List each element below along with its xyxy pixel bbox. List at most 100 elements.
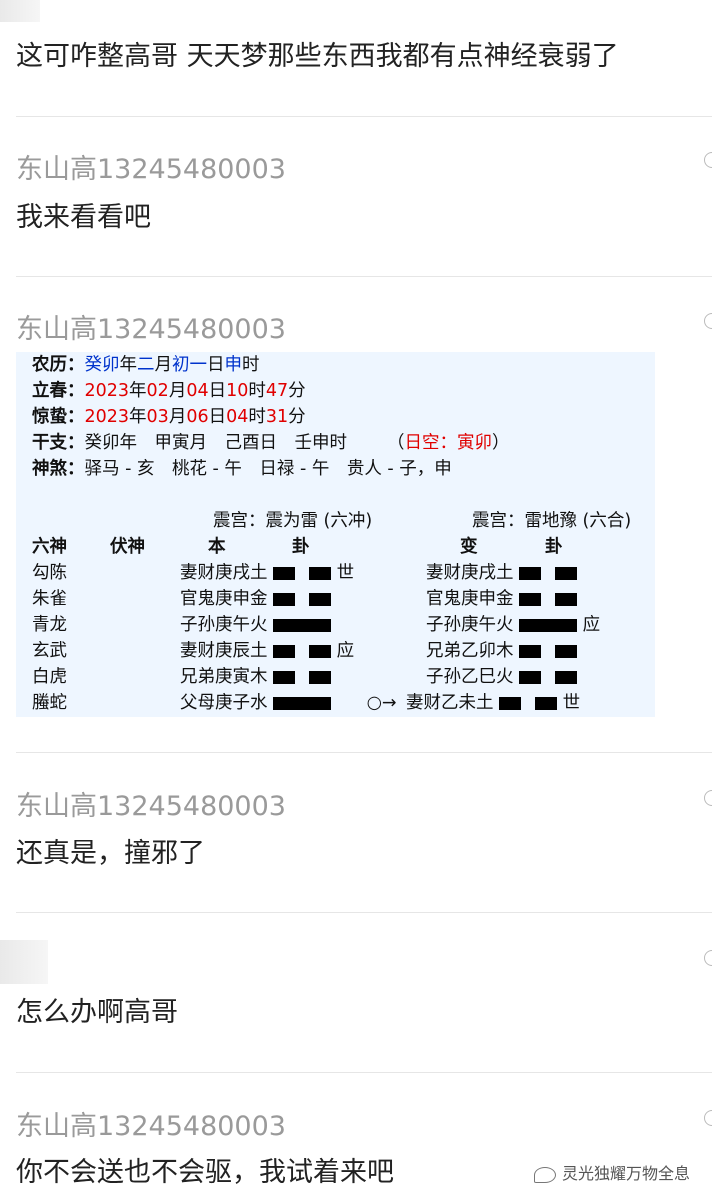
value: 06 (186, 407, 209, 427)
year-gz: 癸卯 (84, 355, 120, 375)
ben-yao: 妻财庚辰土 应 (180, 640, 354, 662)
liushen-cell: 朱雀 (32, 589, 67, 609)
yang-line (519, 618, 578, 632)
bian-yao-text: 官鬼庚申金 (426, 589, 514, 609)
ganzhi-row: 干支：癸卯年 甲寅月 己酉日 壬申时 （日空：寅卯） (32, 432, 510, 454)
ben-yao: 父母庚子水 ○→ (180, 692, 397, 714)
nongli-row: 农历：癸卯年二月初一日申时 (32, 354, 260, 376)
unit: 时 (242, 355, 260, 375)
yin-line (309, 644, 332, 658)
ben-yao: 官鬼庚申金 (180, 588, 332, 610)
header-fushen: 伏神 (110, 537, 145, 557)
kong-value: 日空：寅卯 (404, 433, 493, 453)
yin-line (499, 696, 522, 710)
ganzhi-value: 癸卯年 甲寅月 己酉日 壬申时 (84, 433, 348, 453)
unit: 日 (207, 355, 225, 375)
nongli-label: 农历： (32, 355, 85, 375)
unit: 年 (129, 407, 147, 427)
unit: 月 (154, 355, 173, 375)
liushen-cell: 青龙 (32, 615, 67, 635)
liushen-cell: 勾陈 (32, 563, 67, 583)
avatar-blur (0, 940, 48, 984)
yin-line (309, 592, 332, 606)
ben-yao-text: 兄弟庚寅木 (180, 667, 268, 687)
divider (16, 116, 712, 117)
username[interactable]: 东山高13245480003 (16, 1104, 286, 1143)
message-text: 这可咋整高哥 天天梦那些东西我都有点神经衰弱了 (16, 41, 619, 72)
more-icon[interactable] (704, 152, 712, 168)
bian-yao: 妻财庚戌土 (426, 562, 578, 584)
message-text: 你不会送也不会驱，我试着来吧 (16, 1157, 394, 1188)
bian-yao: 兄弟乙卯木 (426, 640, 578, 662)
ben-yao: 妻财庚戌土 世 (180, 562, 354, 584)
unit: 时 (248, 381, 266, 401)
message-text: 还真是，撞邪了 (16, 838, 205, 869)
bian-yao: 子孙庚午火 应 (426, 614, 600, 636)
bian-yao: 官鬼庚申金 (426, 588, 578, 610)
yin-line (519, 566, 542, 580)
divider (16, 276, 712, 277)
shi-ying-mark: 应 (582, 615, 601, 635)
yin-line (273, 566, 296, 580)
unit: 分 (288, 407, 306, 427)
value: 2023 (84, 407, 130, 427)
bian-yao: 妻财乙未土 世 (406, 692, 580, 714)
yin-line (309, 566, 332, 580)
ben-palace: 震宫：震为雷 (六冲) (213, 511, 373, 531)
more-icon[interactable] (704, 1110, 712, 1126)
month-value: 二 (137, 355, 155, 375)
yang-line (273, 618, 332, 632)
yin-line (519, 670, 542, 684)
yin-line (555, 592, 578, 606)
more-icon[interactable] (704, 313, 712, 329)
value: 04 (186, 381, 209, 401)
avatar-blur (0, 0, 40, 22)
yin-line (555, 566, 578, 580)
unit: 日 (208, 381, 227, 401)
unit: 分 (288, 381, 306, 401)
hour-value: 申 (224, 355, 243, 375)
yin-line (273, 644, 296, 658)
username[interactable]: 东山高13245480003 (16, 784, 286, 823)
unit: 年 (129, 381, 147, 401)
bian-palace: 震宫：雷地豫 (六合) (472, 511, 632, 531)
yin-line (273, 592, 296, 606)
message-text: 怎么办啊高哥 (16, 997, 178, 1028)
shensha-label: 神煞： (32, 459, 85, 479)
day-value: 初一 (172, 355, 207, 375)
lichun-row: 立春：2023年02月04日10时47分 (32, 380, 306, 402)
yin-line (555, 670, 578, 684)
divider (16, 752, 712, 753)
shi-ying-mark: 世 (336, 563, 355, 583)
yin-line (535, 696, 558, 710)
unit: 时 (248, 407, 266, 427)
yin-line (519, 592, 542, 606)
more-icon[interactable] (704, 950, 712, 966)
ben-yao: 子孙庚午火 (180, 614, 332, 636)
yin-line (309, 670, 332, 684)
ben-yao: 兄弟庚寅木 (180, 666, 332, 688)
value: 47 (265, 381, 289, 401)
shensha-value: 驿马 - 亥 桃花 - 午 日禄 - 午 贵人 - 子，申 (84, 459, 452, 479)
message-text: 我来看看吧 (16, 202, 151, 233)
value: 03 (146, 407, 169, 427)
username[interactable]: 东山高13245480003 (16, 307, 286, 346)
ben-yao-text: 官鬼庚申金 (180, 589, 268, 609)
liushen-cell: 玄武 (32, 641, 67, 661)
lichun-label: 立春： (32, 381, 85, 401)
unit: 月 (168, 381, 187, 401)
yang-line (273, 696, 332, 710)
divination-card: 农历：癸卯年二月初一日申时 立春：2023年02月04日10时47分 惊蛰：20… (16, 352, 655, 717)
header-ben: 本 (208, 537, 226, 557)
value: 02 (146, 381, 169, 401)
unit: 月 (168, 407, 187, 427)
shi-ying-mark: 世 (562, 693, 581, 713)
liushen-cell: 白虎 (32, 667, 67, 687)
shi-ying-mark: 应 (336, 641, 355, 661)
more-icon[interactable] (704, 790, 712, 806)
divider (16, 1072, 712, 1073)
watermark: 灵光独耀万物全息 (533, 1160, 690, 1184)
username[interactable]: 东山高13245480003 (16, 147, 286, 186)
shensha-row: 神煞：驿马 - 亥 桃花 - 午 日禄 - 午 贵人 - 子，申 (32, 458, 452, 480)
divider (16, 912, 712, 913)
